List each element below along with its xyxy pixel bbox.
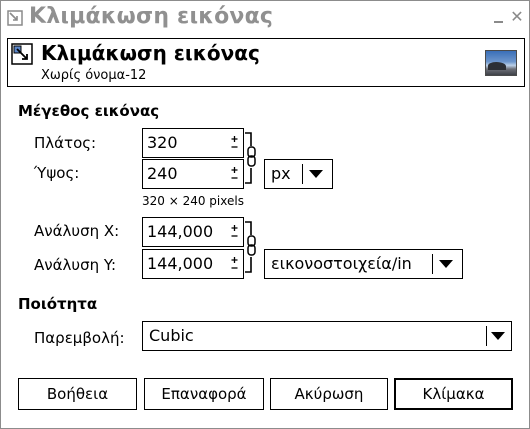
width-value[interactable]: 320 (147, 133, 178, 152)
image-thumbnail (485, 50, 517, 76)
scale-tool-icon (7, 10, 23, 26)
interpolation-select[interactable]: Cubic (142, 321, 512, 351)
height-spinbutton[interactable]: 240 (142, 159, 244, 189)
chain-link-icon[interactable] (243, 219, 265, 275)
resolution-x-label: Ανάλυση X: (34, 222, 120, 240)
image-name: Χωρίς όνομα-12 (41, 68, 147, 83)
quality-heading: Ποιότητα (18, 295, 98, 313)
scale-button[interactable]: Κλίμακα (394, 378, 513, 410)
size-unit-value[interactable]: px (271, 164, 291, 183)
dialog-header: Κλιμάκωση εικόνας Χωρίς όνομα-12 (7, 38, 525, 87)
cancel-button[interactable]: Ακύρωση (270, 378, 388, 410)
close-icon[interactable]: ✕ (510, 9, 524, 25)
interpolation-value[interactable]: Cubic (149, 326, 194, 345)
interpolation-label: Παρεμβολή: (34, 329, 125, 347)
resolution-unit-select[interactable]: εικονοστοιχεία/in (264, 249, 463, 279)
resolution-y-spinbutton[interactable]: 144,000 (142, 249, 244, 279)
resolution-unit-value[interactable]: εικονοστοιχεία/in (271, 254, 412, 273)
spin-arrows-icon[interactable] (230, 256, 239, 272)
minimize-icon[interactable] (494, 21, 503, 23)
size-unit-select[interactable]: px (264, 159, 333, 189)
resolution-y-label: Ανάλυση Y: (34, 256, 117, 274)
chevron-down-icon[interactable] (438, 259, 454, 269)
scale-image-dialog: Κλιμάκωση εικόνας ✕ Κλιμάκωση εικόνας Χω… (0, 0, 530, 429)
window-title: Κλιμάκωση εικόνας (29, 4, 274, 29)
spin-arrows-icon[interactable] (230, 224, 239, 240)
resolution-x-value[interactable]: 144,000 (147, 222, 213, 241)
title-bar[interactable]: Κλιμάκωση εικόνας ✕ (1, 1, 529, 36)
width-label: Πλάτος: (34, 134, 97, 152)
height-value[interactable]: 240 (147, 164, 178, 183)
chain-link-icon[interactable] (243, 130, 265, 186)
width-spinbutton[interactable]: 320 (142, 128, 244, 158)
chevron-down-icon[interactable] (308, 169, 324, 179)
scale-tool-icon (11, 43, 33, 65)
header-title: Κλιμάκωση εικόνας (41, 41, 260, 65)
resolution-y-value[interactable]: 144,000 (147, 254, 213, 273)
image-size-heading: Μέγεθος εικόνας (18, 102, 160, 120)
chevron-down-icon[interactable] (490, 331, 506, 341)
height-label: Ύψος: (34, 164, 80, 182)
pixels-info: 320 × 240 pixels (142, 194, 244, 208)
resolution-x-spinbutton[interactable]: 144,000 (142, 217, 244, 247)
reset-button[interactable]: Επαναφορά (144, 378, 264, 410)
help-button[interactable]: Βοήθεια (18, 378, 137, 410)
spin-arrows-icon[interactable] (230, 135, 239, 151)
spin-arrows-icon[interactable] (230, 166, 239, 182)
